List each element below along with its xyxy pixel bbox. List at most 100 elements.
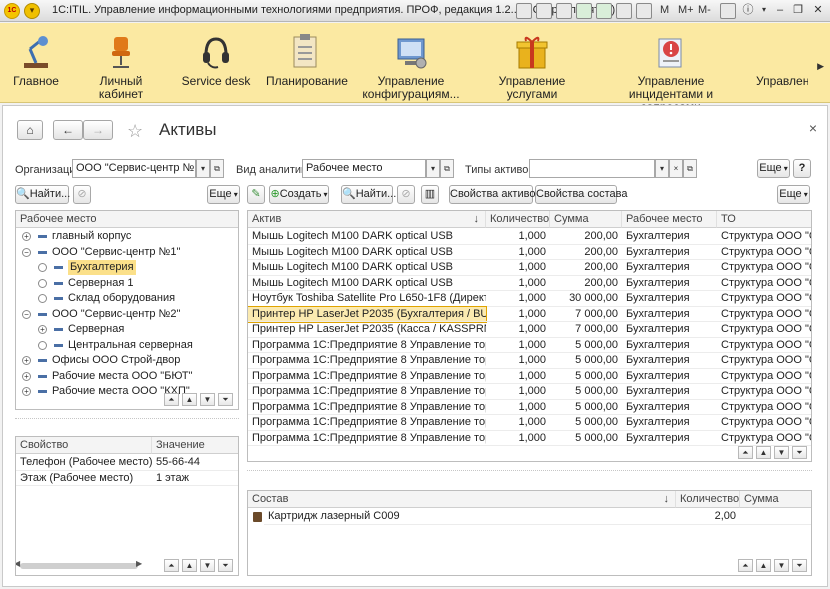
- asset-row[interactable]: Принтер HP LaserJet P2035 (Касса / KASSP…: [248, 322, 811, 338]
- last-page-icon[interactable]: ⏷: [218, 393, 233, 406]
- tree-node[interactable]: + Офисы ООО Строй-двор: [16, 353, 238, 369]
- asset-row[interactable]: Программа 1С:Предприятие 8 Управление то…: [248, 384, 811, 400]
- composition-row[interactable]: Картридж лазерный C009 2,00: [248, 509, 811, 525]
- analytics-field[interactable]: Рабочее место: [302, 159, 426, 178]
- expand-toggle-icon[interactable]: [38, 278, 47, 288]
- next-page-icon[interactable]: ▼: [200, 393, 215, 406]
- spreadsheet-icon[interactable]: [596, 3, 612, 19]
- tree-node[interactable]: + Серверная: [16, 322, 238, 338]
- close-form-icon[interactable]: ×: [809, 120, 817, 136]
- tree-node[interactable]: + Рабочие места ООО "БЮТ": [16, 369, 238, 385]
- sort-arrow-icon[interactable]: ↓: [664, 491, 670, 507]
- asset-props-button[interactable]: Свойства активов: [449, 185, 541, 204]
- types-dropdown-icon[interactable]: ▾: [655, 159, 669, 178]
- last-page-icon[interactable]: ⏷: [218, 559, 233, 572]
- tree-more-button[interactable]: Еще ▾: [207, 185, 240, 204]
- scroll-left-icon[interactable]: ◀: [16, 559, 20, 568]
- types-field[interactable]: [529, 159, 655, 178]
- assets-cancel-search-button[interactable]: ⊘: [397, 185, 415, 204]
- tree-find-button[interactable]: 🔍Найти...: [15, 185, 70, 204]
- types-open-icon[interactable]: ⧉: [683, 159, 697, 178]
- memory-plus-button[interactable]: M+: [678, 4, 694, 16]
- first-page-icon[interactable]: ⏶: [164, 393, 179, 406]
- info-icon[interactable]: ⓘ: [740, 3, 756, 18]
- expand-toggle-icon[interactable]: [38, 263, 47, 272]
- forward-button[interactable]: →: [83, 120, 113, 140]
- expand-toggle-icon[interactable]: +: [22, 232, 31, 241]
- section-incidents[interactable]: Управление инцидентами и запросами: [600, 23, 742, 114]
- expand-toggle-icon[interactable]: +: [22, 356, 31, 365]
- maximize-button[interactable]: ❐: [790, 3, 806, 18]
- first-page-icon[interactable]: ⏶: [738, 559, 753, 572]
- prev-page-icon[interactable]: ▲: [756, 559, 771, 572]
- expand-toggle-icon[interactable]: +: [22, 371, 31, 381]
- expand-toggle-icon[interactable]: [38, 340, 47, 350]
- org-open-icon[interactable]: ⧉: [210, 159, 224, 178]
- assets-find-button[interactable]: 🔍Найти...: [341, 185, 396, 204]
- save-icon[interactable]: [516, 3, 532, 19]
- section-planning[interactable]: Планирование: [266, 23, 348, 103]
- tree-node[interactable]: + главный корпус: [16, 229, 238, 245]
- barcode-icon[interactable]: ▥: [421, 185, 439, 204]
- calendar-icon[interactable]: [616, 3, 632, 19]
- assets-more-button[interactable]: Еще ▾: [777, 185, 810, 204]
- back-button[interactable]: ←: [53, 120, 83, 140]
- scroll-right-icon[interactable]: ▶: [817, 61, 824, 72]
- analytics-open-icon[interactable]: ⧉: [440, 159, 454, 178]
- composition-table[interactable]: Состав ↓ Количество Сумма Картридж лазерн…: [247, 490, 812, 576]
- edit-pencil-icon[interactable]: ✎: [247, 185, 265, 204]
- create-button[interactable]: ⊕Создать ▾: [269, 185, 329, 204]
- tree-node[interactable]: Склад оборудования: [16, 291, 238, 307]
- close-window-button[interactable]: ✕: [810, 3, 826, 18]
- expand-toggle-icon[interactable]: +: [22, 387, 31, 396]
- asset-row[interactable]: Программа 1С:Предприятие 8 Управление то…: [248, 338, 811, 353]
- expand-toggle-icon[interactable]: +: [38, 325, 47, 334]
- prev-page-icon[interactable]: ▲: [182, 393, 197, 406]
- tree-node[interactable]: Серверная 1: [16, 276, 238, 292]
- chevron-down-icon[interactable]: ▾: [756, 3, 772, 18]
- splitter[interactable]: [15, 418, 239, 419]
- home-button[interactable]: ⌂: [17, 120, 43, 140]
- help-button[interactable]: ?: [793, 159, 811, 178]
- section-service-desk[interactable]: Service desk: [178, 23, 254, 103]
- asset-row[interactable]: Программа 1С:Предприятие 8 Управление то…: [248, 431, 811, 446]
- asset-row[interactable]: Мышь Logitech M100 DARK optical USB 1,000…: [248, 229, 811, 245]
- splitter[interactable]: [247, 470, 812, 471]
- next-page-icon[interactable]: ▼: [774, 446, 789, 459]
- properties-table[interactable]: Свойство Значение Телефон (Рабочее место…: [15, 436, 239, 576]
- section-services[interactable]: Управление услугами: [472, 23, 592, 103]
- tree-node[interactable]: Бухгалтерия: [16, 260, 238, 276]
- asset-row[interactable]: Программа 1С:Предприятие 8 Управление то…: [248, 415, 811, 431]
- asset-row[interactable]: Ноутбук Toshiba Satellite Pro L650-1F8 (…: [248, 291, 811, 307]
- first-page-icon[interactable]: ⏶: [164, 559, 179, 572]
- scroll-right-icon[interactable]: ▶: [136, 559, 142, 568]
- calculator-icon[interactable]: [636, 3, 652, 19]
- section-configuration[interactable]: Управление конфигурациям...: [354, 23, 468, 103]
- tree-node[interactable]: − ООО "Сервис-центр №1": [16, 245, 238, 261]
- panels-icon[interactable]: [720, 3, 736, 19]
- org-field[interactable]: ООО "Сервис-центр №1": [72, 159, 196, 178]
- expand-toggle-icon[interactable]: −: [22, 309, 31, 319]
- sort-arrow-icon[interactable]: ↓: [474, 211, 480, 227]
- section-cabinet[interactable]: Личный кабинет: [76, 23, 166, 103]
- expand-toggle-icon[interactable]: [38, 294, 47, 303]
- section-main[interactable]: Главное: [8, 23, 64, 103]
- asset-row[interactable]: Программа 1С:Предприятие 8 Управление то…: [248, 400, 811, 415]
- types-clear-icon[interactable]: ×: [669, 159, 683, 178]
- last-page-icon[interactable]: ⏷: [792, 559, 807, 572]
- section-more[interactable]: Управлен: [750, 23, 808, 103]
- org-dropdown-icon[interactable]: ▾: [196, 159, 210, 178]
- memory-minus-button[interactable]: M-: [698, 4, 711, 16]
- horizontal-scrollbar[interactable]: [20, 563, 138, 569]
- asset-row[interactable]: Мышь Logitech M100 DARK optical USB 1,000…: [248, 276, 811, 291]
- property-row[interactable]: Этаж (Рабочее место) 1 этаж: [16, 471, 238, 486]
- tree-node[interactable]: Центральная серверная: [16, 338, 238, 354]
- favorite-star-icon[interactable]: ☆: [127, 121, 143, 142]
- tree-cancel-search-button[interactable]: ⊘: [73, 185, 91, 204]
- print-icon[interactable]: [536, 3, 552, 19]
- preview-icon[interactable]: [556, 3, 572, 19]
- next-page-icon[interactable]: ▼: [774, 559, 789, 572]
- send-icon[interactable]: [576, 3, 592, 19]
- prev-page-icon[interactable]: ▲: [756, 446, 771, 459]
- memory-button[interactable]: M: [660, 4, 669, 16]
